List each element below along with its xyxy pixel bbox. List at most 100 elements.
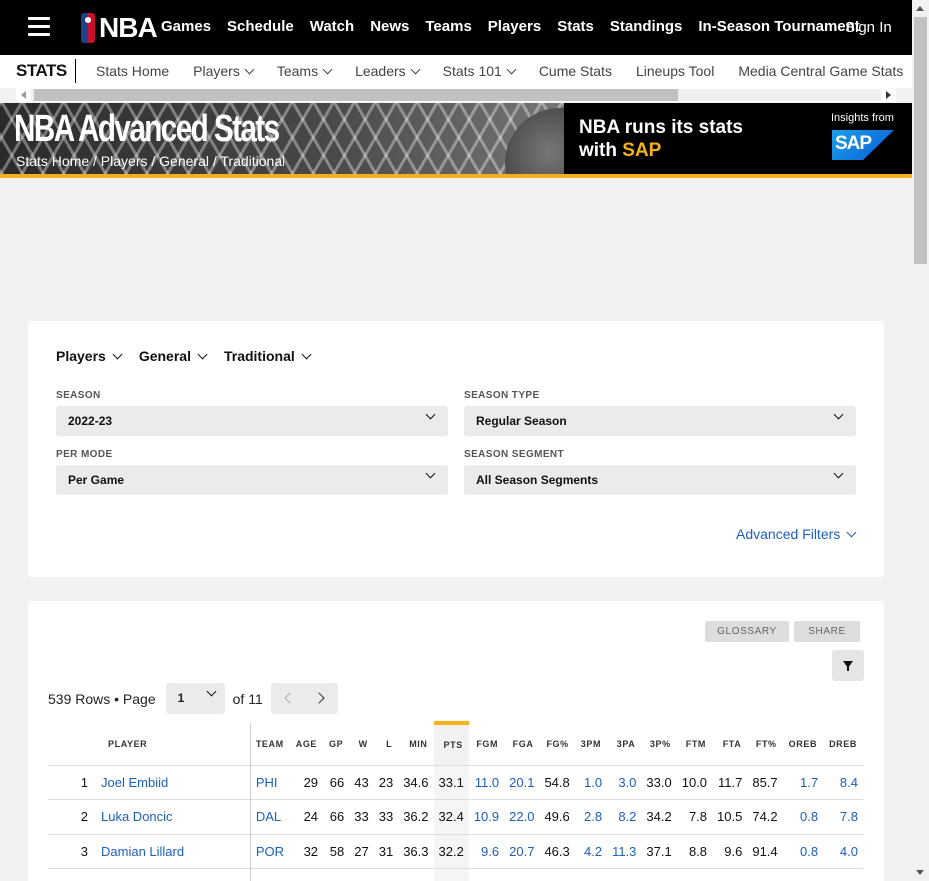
column-header-fga[interactable]: FGA bbox=[504, 723, 539, 765]
nav-link-teams[interactable]: Teams bbox=[425, 18, 471, 35]
scroll-thumb[interactable] bbox=[914, 17, 927, 264]
stat-dreb[interactable]: 8.4 bbox=[823, 764, 863, 800]
scroll-left-icon[interactable] bbox=[21, 91, 26, 99]
traditional-dropdown[interactable]: Traditional bbox=[224, 348, 312, 364]
column-header-fta[interactable]: FTA bbox=[712, 723, 747, 765]
per-mode-select[interactable]: Per Game bbox=[56, 465, 448, 495]
stat-fgm[interactable]: 10.9 bbox=[468, 799, 505, 834]
scroll-thumb[interactable] bbox=[34, 89, 678, 101]
column-header-w[interactable]: W bbox=[349, 723, 373, 765]
player-name-link[interactable]: Shai Gilgeous-Alexander bbox=[88, 868, 251, 881]
season-segment-select[interactable]: All Season Segments bbox=[464, 465, 856, 495]
subnav-item-players[interactable]: Players bbox=[193, 63, 255, 79]
column-header-3pa[interactable]: 3PA bbox=[607, 723, 641, 765]
subnav-item-stats-home[interactable]: Stats Home bbox=[96, 63, 169, 79]
team-link[interactable]: DAL bbox=[249, 799, 290, 834]
subnav-item-stats-101[interactable]: Stats 101 bbox=[443, 63, 517, 79]
subnav-item-cume-stats[interactable]: Cume Stats bbox=[539, 63, 612, 79]
stat-3pa[interactable]: 2.5 bbox=[607, 868, 642, 881]
page-select[interactable]: 1 bbox=[165, 683, 225, 714]
nav-link-stats[interactable]: Stats bbox=[557, 18, 594, 35]
horizontal-scrollbar[interactable] bbox=[16, 88, 896, 102]
scroll-right-icon[interactable] bbox=[886, 91, 891, 99]
glossary-button[interactable]: GLOSSARY bbox=[705, 621, 789, 642]
row-rank: 1 bbox=[48, 764, 88, 800]
vertical-scrollbar[interactable] bbox=[912, 0, 929, 881]
player-name-link[interactable]: Damian Lillard bbox=[88, 833, 251, 869]
column-header-fgm[interactable]: FGM bbox=[469, 723, 504, 765]
stat-oreb[interactable]: 0.9 bbox=[782, 868, 824, 881]
team-link[interactable]: POR bbox=[249, 833, 290, 869]
stat-3pa[interactable]: 8.2 bbox=[607, 799, 642, 834]
sap-ad[interactable]: NBA runs its stats with SAP Insights fro… bbox=[564, 103, 912, 174]
stat-dreb[interactable]: 4.0 bbox=[823, 868, 863, 881]
stat-fgm[interactable]: 10.4 bbox=[468, 868, 505, 881]
advanced-filters-toggle[interactable]: Advanced Filters bbox=[736, 526, 857, 542]
stat-fga[interactable]: 20.3 bbox=[504, 868, 540, 881]
previous-page-icon[interactable] bbox=[284, 692, 296, 704]
nav-link-schedule[interactable]: Schedule bbox=[227, 18, 294, 35]
stat-oreb[interactable]: 0.8 bbox=[782, 833, 824, 869]
column-header-gp[interactable]: GP bbox=[323, 723, 349, 765]
column-header-age[interactable]: AGE bbox=[290, 723, 323, 765]
stat-3pm[interactable]: 2.8 bbox=[574, 799, 608, 834]
breadcrumb[interactable]: Stats Home / Players / General / Traditi… bbox=[16, 153, 284, 169]
nav-link-games[interactable]: Games bbox=[161, 18, 211, 35]
stat-fgm[interactable]: 9.6 bbox=[468, 833, 505, 869]
players-dropdown[interactable]: Players bbox=[56, 348, 123, 364]
stat-3pa[interactable]: 11.3 bbox=[607, 833, 642, 869]
chevron-down-icon bbox=[410, 64, 421, 74]
nba-logo[interactable]: NBA bbox=[81, 12, 158, 44]
player-name-link[interactable]: Joel Embiid bbox=[88, 764, 251, 800]
stat-dreb[interactable]: 4.0 bbox=[823, 833, 863, 869]
column-header-ft[interactable]: FT% bbox=[747, 723, 782, 765]
team-link[interactable]: OKC bbox=[249, 868, 290, 881]
stat-oreb[interactable]: 0.8 bbox=[782, 799, 824, 834]
stat-gp: 66 bbox=[323, 799, 350, 834]
column-header-dreb[interactable]: DREB bbox=[823, 723, 863, 765]
column-header-fg[interactable]: FG% bbox=[539, 723, 574, 765]
nav-link-players[interactable]: Players bbox=[488, 18, 541, 35]
subnav-item-media-central-game-stats[interactable]: Media Central Game Stats bbox=[738, 63, 903, 79]
column-header-oreb[interactable]: OREB bbox=[783, 723, 823, 765]
nav-link-in-season-tournament[interactable]: In-Season Tournament bbox=[698, 18, 859, 35]
season-type-select[interactable]: Regular Season bbox=[464, 406, 856, 436]
nav-link-standings[interactable]: Standings bbox=[610, 18, 683, 35]
stat-3pa[interactable]: 3.0 bbox=[607, 764, 642, 800]
scroll-up-icon[interactable] bbox=[916, 6, 924, 11]
general-dropdown[interactable]: General bbox=[139, 348, 208, 364]
stat-3pm[interactable]: 4.2 bbox=[574, 833, 608, 869]
season-select[interactable]: 2022-23 bbox=[56, 406, 448, 436]
stat-fga[interactable]: 20.1 bbox=[504, 764, 540, 800]
stat-fga[interactable]: 22.0 bbox=[504, 799, 540, 834]
subnav-item-leaders[interactable]: Leaders bbox=[355, 63, 421, 79]
column-header-min[interactable]: MIN bbox=[398, 723, 433, 765]
column-header-team[interactable]: TEAM bbox=[249, 723, 290, 765]
column-header-3pm[interactable]: 3PM bbox=[575, 723, 607, 765]
team-link[interactable]: PHI bbox=[249, 764, 290, 800]
column-header-3p[interactable]: 3P% bbox=[641, 723, 676, 765]
stat-fga[interactable]: 20.7 bbox=[504, 833, 540, 869]
column-header-player[interactable]: PLAYER bbox=[88, 723, 250, 765]
nav-link-watch[interactable]: Watch bbox=[310, 18, 354, 35]
stat-fgm[interactable]: 11.0 bbox=[468, 764, 505, 800]
player-name-link[interactable]: Luka Doncic bbox=[88, 799, 251, 834]
subnav-item-lineups-tool[interactable]: Lineups Tool bbox=[636, 63, 714, 79]
stat-dreb[interactable]: 7.8 bbox=[823, 799, 863, 834]
column-header-ftm[interactable]: FTM bbox=[677, 723, 712, 765]
stat-3pm[interactable]: 1.0 bbox=[574, 764, 608, 800]
filter-icon[interactable] bbox=[832, 650, 864, 681]
subnav-item-teams[interactable]: Teams bbox=[277, 63, 333, 79]
stats-title[interactable]: STATS bbox=[16, 61, 67, 81]
nav-link-news[interactable]: News bbox=[370, 18, 409, 35]
scroll-down-icon[interactable] bbox=[916, 870, 924, 875]
stat-3pm[interactable]: 0.9 bbox=[574, 868, 608, 881]
sign-in-link[interactable]: Sign In bbox=[845, 19, 892, 36]
column-header-l[interactable]: L bbox=[374, 723, 398, 765]
next-page-icon[interactable] bbox=[313, 692, 325, 704]
menu-icon[interactable] bbox=[28, 17, 50, 37]
stat-oreb[interactable]: 1.7 bbox=[782, 764, 824, 800]
stat-fta: 11.7 bbox=[712, 764, 748, 800]
column-header-pts[interactable]: PTS bbox=[433, 721, 469, 765]
share-button[interactable]: SHARE bbox=[794, 621, 860, 642]
